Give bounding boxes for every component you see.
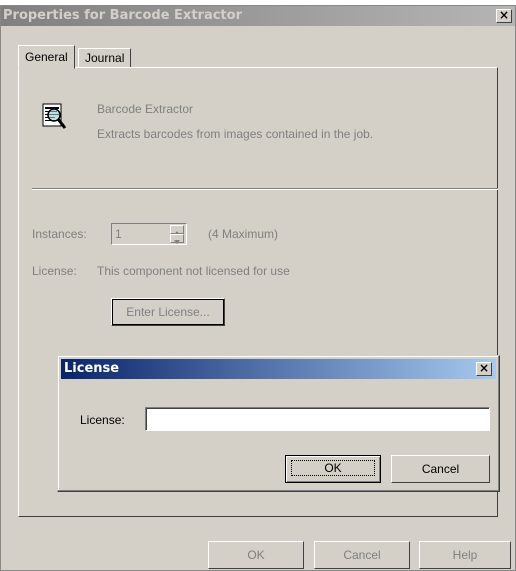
license-ok-button[interactable]: OK [285,455,381,483]
magnifier-document-icon [39,100,69,132]
close-icon: × [498,8,510,22]
ok-button[interactable]: OK [208,541,304,569]
component-description: Extracts barcodes from images contained … [97,127,374,141]
tab-general-label: General [25,50,68,64]
component-name: Barcode Extractor [97,102,194,116]
tab-journal-label: Journal [85,51,125,65]
help-label: Help [452,548,478,562]
instances-label: Instances: [32,227,87,241]
arrow-down-icon [174,240,180,244]
license-input[interactable] [145,407,490,431]
spinner-up-button[interactable] [170,225,184,235]
license-close-button[interactable]: × [476,362,492,376]
window-close-button[interactable]: × [496,9,512,23]
instances-max: (4 Maximum) [208,227,279,241]
license-field-label: License: [80,413,125,427]
instances-value: 1 [115,227,122,241]
window-title: Properties for Barcode Extractor [3,8,242,23]
instances-spinner[interactable]: 1 [111,223,187,245]
ok-label: OK [247,548,265,562]
window-titlebar[interactable]: Properties for Barcode Extractor × [1,6,515,26]
license-status: This component not licensed for use [97,264,290,278]
enter-license-label: Enter License... [126,305,210,319]
license-cancel-label: Cancel [421,462,460,476]
license-label: License: [32,264,77,278]
license-dialog: License × License: OK Cancel [57,355,500,492]
separator [32,188,498,190]
license-cancel-button[interactable]: Cancel [391,455,490,483]
enter-license-button[interactable]: Enter License... [111,298,225,326]
close-icon: × [478,361,490,375]
license-ok-label: OK [291,460,375,476]
cancel-button[interactable]: Cancel [314,541,410,569]
license-dialog-title: License [64,361,120,376]
spinner-down-button[interactable] [170,234,184,244]
help-button[interactable]: Help [419,541,511,569]
tab-general[interactable]: General [18,45,75,69]
cancel-label: Cancel [343,548,381,562]
tab-journal[interactable]: Journal [78,48,132,68]
license-titlebar[interactable]: License × [61,359,496,379]
